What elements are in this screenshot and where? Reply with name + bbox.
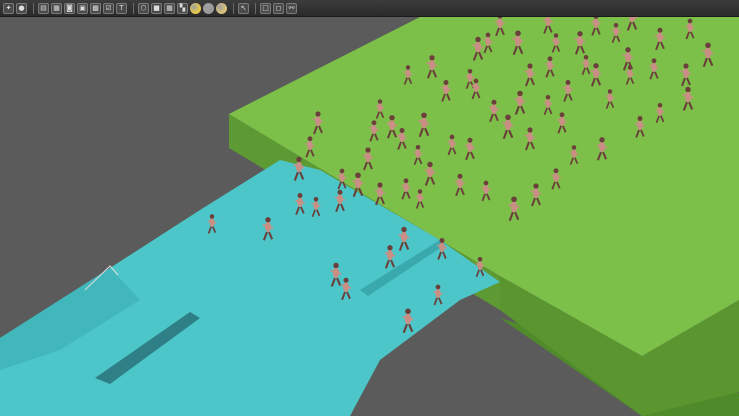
box-outline-icon[interactable]: ◻: [273, 2, 284, 14]
viewport-toolbar: ✦ ● ▤ ▦ ◙ ▣ ▩ ☑ T ⬡ ■ ▦ ▚ ↖ □ ◻ ⚯: [0, 0, 739, 17]
scene-viewport[interactable]: [0, 17, 739, 416]
cube-solid-icon[interactable]: ■: [151, 2, 162, 14]
box-icon[interactable]: □: [260, 2, 271, 14]
cube-icon[interactable]: ⬡: [138, 2, 149, 14]
cube-grid-icon[interactable]: ▦: [164, 2, 175, 14]
node-graph-icon[interactable]: ⚯: [286, 2, 297, 14]
texture-icon[interactable]: ▩: [90, 2, 101, 14]
scene-canvas[interactable]: [0, 17, 739, 416]
text-icon[interactable]: T: [116, 2, 127, 14]
toolbar-separator: [233, 2, 234, 14]
toolbar-separator: [33, 2, 34, 14]
record-icon[interactable]: ●: [16, 2, 27, 14]
image-icon[interactable]: ▣: [77, 2, 88, 14]
toolbar-separator: [255, 2, 256, 14]
layer-icon[interactable]: ▤: [38, 2, 49, 14]
checkbox-icon[interactable]: ☑: [103, 2, 114, 14]
sphere-gray-icon[interactable]: [203, 2, 214, 14]
toolbar-separator: [133, 2, 134, 14]
camera-icon[interactable]: ◙: [64, 2, 75, 14]
gizmo-icon[interactable]: ✦: [3, 2, 14, 14]
sphere-light-icon[interactable]: [216, 2, 227, 14]
grid-icon[interactable]: ▦: [51, 2, 62, 14]
checker-icon[interactable]: ▚: [177, 2, 188, 14]
sphere-yellow-icon[interactable]: [190, 2, 201, 14]
pointer-icon[interactable]: ↖: [238, 2, 249, 14]
